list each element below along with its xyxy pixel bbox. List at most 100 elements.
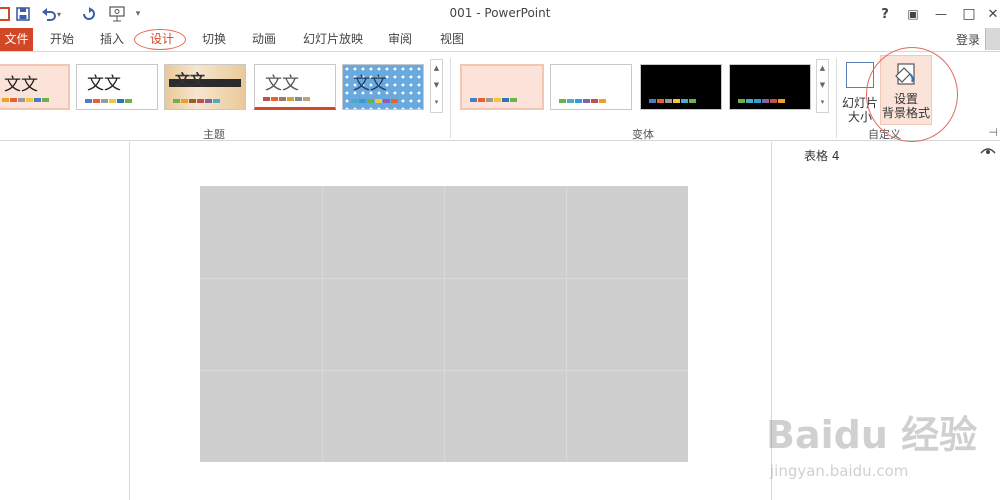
- color-swatch: [351, 99, 358, 103]
- variant-thumbnail[interactable]: [729, 64, 811, 110]
- scroll-up-icon[interactable]: ▲: [431, 60, 442, 77]
- color-swatch: [93, 99, 100, 103]
- theme-color-swatches: [263, 97, 310, 101]
- theme-thumbnail[interactable]: 文文: [0, 64, 70, 110]
- color-swatch: [2, 98, 9, 102]
- color-swatch: [470, 98, 477, 102]
- theme-color-swatches: [351, 99, 398, 103]
- table-gridline: [566, 186, 567, 462]
- color-swatch: [778, 99, 785, 103]
- theme-color-swatches: [85, 99, 132, 103]
- theme-label: 文文: [4, 75, 38, 95]
- theme-thumbnail[interactable]: 文文: [254, 64, 336, 110]
- ribbon-tabs: 文件 开始 插入 设计 切换 动画 幻灯片放映 审阅 视图 登录: [0, 28, 1000, 51]
- theme-color-swatches: [173, 99, 220, 103]
- annotation-circle-format-background: [866, 47, 958, 142]
- table-gridline: [444, 186, 445, 462]
- title-bar: ▾ ▾ 001 - PowerPoint ? ▣ — □ ✕: [0, 0, 1000, 28]
- themes-gallery-scroller[interactable]: ▲ ▼ ▾: [430, 59, 443, 113]
- color-swatch: [575, 99, 582, 103]
- color-swatch: [189, 99, 196, 103]
- color-swatch: [181, 99, 188, 103]
- theme-thumbnail[interactable]: 文文: [342, 64, 424, 110]
- tab-review[interactable]: 审阅: [382, 28, 418, 51]
- gallery-more-icon[interactable]: ▾: [817, 94, 828, 111]
- window-title: 001 - PowerPoint: [449, 6, 551, 20]
- color-swatch: [665, 99, 672, 103]
- color-swatch: [263, 97, 270, 101]
- avatar[interactable]: [985, 28, 1000, 50]
- tab-transitions[interactable]: 切换: [196, 28, 232, 51]
- variant-color-swatches: [470, 98, 517, 102]
- maximize-icon[interactable]: □: [956, 4, 982, 24]
- login-link[interactable]: 登录: [956, 31, 980, 48]
- slide-thumbnails-pane[interactable]: [0, 142, 130, 500]
- annotation-circle-tab: [134, 29, 186, 50]
- color-swatch: [295, 97, 302, 101]
- scroll-up-icon[interactable]: ▲: [817, 60, 828, 77]
- variant-color-swatches: [559, 99, 606, 103]
- help-icon[interactable]: ?: [872, 4, 898, 24]
- color-swatch: [478, 98, 485, 102]
- variant-thumbnail[interactable]: [550, 64, 632, 110]
- tab-file[interactable]: 文件: [0, 28, 33, 51]
- variant-thumbnail[interactable]: [640, 64, 722, 110]
- color-swatch: [271, 97, 278, 101]
- theme-thumbnail[interactable]: 文文: [76, 64, 158, 110]
- scroll-down-icon[interactable]: ▼: [817, 77, 828, 94]
- color-swatch: [279, 97, 286, 101]
- tab-insert[interactable]: 插入: [94, 28, 130, 51]
- color-swatch: [599, 99, 606, 103]
- watermark-url: jingyan.baidu.com: [770, 462, 909, 480]
- group-label-variants: 变体: [632, 128, 654, 141]
- group-separator: [450, 58, 451, 138]
- color-swatch: [583, 99, 590, 103]
- color-swatch: [26, 98, 33, 102]
- color-swatch: [738, 99, 745, 103]
- selection-pane-item-table[interactable]: 表格 4: [804, 147, 839, 164]
- color-swatch: [591, 99, 598, 103]
- color-swatch: [681, 99, 688, 103]
- color-swatch: [359, 99, 366, 103]
- ribbon-display-options-icon[interactable]: ▣: [900, 4, 926, 24]
- color-swatch: [502, 98, 509, 102]
- pin-ribbon-icon[interactable]: ⊣: [988, 126, 998, 139]
- minimize-icon[interactable]: —: [928, 4, 954, 24]
- color-swatch: [10, 98, 17, 102]
- theme-label: 文文: [353, 74, 387, 94]
- theme-thumbnail[interactable]: 文文: [164, 64, 246, 110]
- group-label-themes: 主题: [203, 128, 225, 141]
- color-swatch: [754, 99, 761, 103]
- eye-icon[interactable]: [980, 146, 996, 156]
- color-swatch: [303, 97, 310, 101]
- color-swatch: [34, 98, 41, 102]
- color-swatch: [391, 99, 398, 103]
- color-swatch: [173, 99, 180, 103]
- color-swatch: [197, 99, 204, 103]
- variant-color-swatches: [649, 99, 696, 103]
- color-swatch: [18, 98, 25, 102]
- theme-label: 文文: [175, 71, 206, 89]
- tab-animations[interactable]: 动画: [246, 28, 282, 51]
- color-swatch: [762, 99, 769, 103]
- scroll-down-icon[interactable]: ▼: [431, 77, 442, 94]
- tab-slide-show[interactable]: 幻灯片放映: [300, 28, 366, 51]
- tab-view[interactable]: 视图: [434, 28, 470, 51]
- gallery-more-icon[interactable]: ▾: [431, 94, 442, 111]
- color-swatch: [85, 99, 92, 103]
- theme-color-swatches: [2, 98, 49, 102]
- color-swatch: [770, 99, 777, 103]
- color-swatch: [746, 99, 753, 103]
- watermark: Baidu 经验 jingyan.baidu.com: [760, 386, 996, 496]
- ribbon: 文文 文文 文文 文文 文文 ▲ ▼ ▾ 主题 ▲ ▼ ▾ 变体 幻灯片 大小 …: [0, 51, 1000, 141]
- color-swatch: [494, 98, 501, 102]
- close-icon[interactable]: ✕: [980, 4, 1000, 24]
- table-gridline: [200, 278, 688, 279]
- watermark-brand: Baidu 经验: [766, 413, 978, 457]
- color-swatch: [101, 99, 108, 103]
- slide-editing-area: [131, 142, 771, 500]
- variants-gallery-scroller[interactable]: ▲ ▼ ▾: [816, 59, 829, 113]
- tab-home[interactable]: 开始: [44, 28, 80, 51]
- variant-thumbnail[interactable]: [460, 64, 544, 110]
- slide-canvas[interactable]: [200, 186, 688, 462]
